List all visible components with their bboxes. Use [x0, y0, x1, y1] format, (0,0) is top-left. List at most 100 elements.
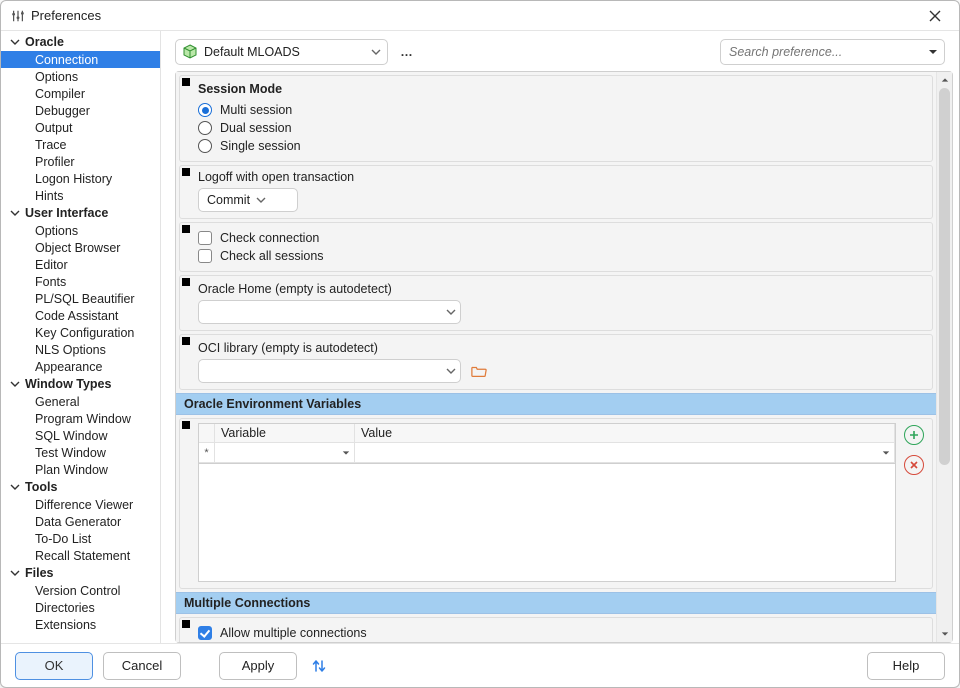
tree-item-sql-window[interactable]: SQL Window [1, 427, 160, 444]
scroll-down-icon[interactable] [937, 626, 952, 642]
pin-icon [182, 337, 190, 345]
tree-item-nls-options[interactable]: NLS Options [1, 341, 160, 358]
tree-item-version-control[interactable]: Version Control [1, 582, 160, 599]
add-row-button[interactable] [904, 425, 924, 445]
cancel-button[interactable]: Cancel [103, 652, 181, 680]
checkbox-icon [198, 249, 212, 263]
profile-select[interactable]: Default MLOADS [175, 39, 388, 65]
logoff-select[interactable]: Commit [198, 188, 298, 212]
tree-item-difference-viewer[interactable]: Difference Viewer [1, 496, 160, 513]
category-tree[interactable]: OracleConnectionOptionsCompilerDebuggerO… [1, 31, 160, 643]
radio-single-session[interactable]: Single session [198, 137, 924, 155]
multi-conn-band: Multiple Connections [176, 592, 936, 614]
tree-item-plan-window[interactable]: Plan Window [1, 461, 160, 478]
check-conn-group: Check connection Check all sessions [179, 222, 933, 272]
dropdown-caret-icon [882, 449, 890, 457]
search-preference-box[interactable] [720, 39, 945, 65]
radio-multi-session[interactable]: Multi session [198, 101, 924, 119]
tree-group-tools[interactable]: Tools [1, 478, 160, 496]
tree-group-label: User Interface [25, 206, 108, 220]
checkbox-icon [198, 626, 212, 640]
profile-more-button[interactable]: … [396, 45, 418, 59]
apply-button[interactable]: Apply [219, 652, 297, 680]
tree-item-hints[interactable]: Hints [1, 187, 160, 204]
cell-value-0[interactable] [355, 443, 895, 462]
oracle-home-select[interactable] [198, 300, 461, 324]
tree-item-output[interactable]: Output [1, 119, 160, 136]
env-vars-grid[interactable]: Variable Value * [198, 423, 896, 464]
oci-library-select[interactable] [198, 359, 461, 383]
scrollbar-thumb[interactable] [939, 88, 950, 465]
pin-icon [182, 78, 190, 86]
chevron-down-icon [446, 366, 456, 376]
preferences-icon [11, 9, 25, 23]
tree-item-connection[interactable]: Connection [1, 51, 160, 68]
tree-item-recall-statement[interactable]: Recall Statement [1, 547, 160, 564]
radio-icon [198, 121, 212, 135]
sort-button[interactable] [307, 654, 331, 678]
oci-library-group: OCI library (empty is autodetect) [179, 334, 933, 390]
tree-item-appearance[interactable]: Appearance [1, 358, 160, 375]
preferences-window: Preferences OracleConnectionOptionsCompi… [0, 0, 960, 688]
tree-item-key-configuration[interactable]: Key Configuration [1, 324, 160, 341]
browse-folder-button[interactable] [471, 364, 487, 378]
scroll-up-icon[interactable] [937, 72, 952, 88]
check-connection[interactable]: Check connection [198, 229, 924, 247]
check-all-sessions[interactable]: Check all sessions [198, 247, 924, 265]
tree-item-extensions[interactable]: Extensions [1, 616, 160, 633]
tree-item-options[interactable]: Options [1, 222, 160, 239]
tree-item-options[interactable]: Options [1, 68, 160, 85]
tree-item-fonts[interactable]: Fonts [1, 273, 160, 290]
pin-icon [182, 620, 190, 628]
help-button[interactable]: Help [867, 652, 945, 680]
tree-group-user-interface[interactable]: User Interface [1, 204, 160, 222]
footer: OK Cancel Apply Help [1, 643, 959, 687]
content-scrollbar[interactable] [936, 72, 952, 642]
row-marker: * [199, 443, 215, 462]
radio-icon [198, 139, 212, 153]
tree-item-general[interactable]: General [1, 393, 160, 410]
chevron-down-icon [256, 195, 266, 205]
tree-item-object-browser[interactable]: Object Browser [1, 239, 160, 256]
allow-multi-conn-group: Allow multiple connections [179, 617, 933, 642]
oracle-home-group: Oracle Home (empty is autodetect) [179, 275, 933, 331]
window-title: Preferences [31, 8, 101, 23]
tree-item-directories[interactable]: Directories [1, 599, 160, 616]
cube-icon [182, 44, 198, 60]
tree-item-program-window[interactable]: Program Window [1, 410, 160, 427]
search-input[interactable] [727, 44, 928, 60]
col-variable: Variable [215, 424, 355, 442]
chevron-down-icon [9, 567, 21, 579]
chevron-down-icon [446, 307, 456, 317]
radio-dual-session[interactable]: Dual session [198, 119, 924, 137]
settings-content: Session Mode Multi session Dual session … [176, 72, 936, 642]
tree-item-to-do-list[interactable]: To-Do List [1, 530, 160, 547]
col-value: Value [355, 424, 895, 442]
close-button[interactable] [921, 2, 949, 30]
tree-item-pl-sql-beautifier[interactable]: PL/SQL Beautifier [1, 290, 160, 307]
pin-icon [182, 225, 190, 233]
delete-row-button[interactable] [904, 455, 924, 475]
cell-variable-0[interactable] [215, 443, 355, 462]
tree-item-editor[interactable]: Editor [1, 256, 160, 273]
tree-item-logon-history[interactable]: Logon History [1, 170, 160, 187]
tree-group-files[interactable]: Files [1, 564, 160, 582]
env-vars-grid-group: Variable Value * [179, 418, 933, 589]
logoff-group: Logoff with open transaction Commit [179, 165, 933, 219]
check-allow-multiple[interactable]: Allow multiple connections [198, 624, 924, 642]
tree-item-trace[interactable]: Trace [1, 136, 160, 153]
ok-button[interactable]: OK [15, 652, 93, 680]
tree-item-code-assistant[interactable]: Code Assistant [1, 307, 160, 324]
tree-item-compiler[interactable]: Compiler [1, 85, 160, 102]
tree-item-profiler[interactable]: Profiler [1, 153, 160, 170]
env-vars-band: Oracle Environment Variables [176, 393, 936, 415]
tree-group-label: Tools [25, 480, 57, 494]
chevron-down-icon [9, 378, 21, 390]
tree-group-oracle[interactable]: Oracle [1, 33, 160, 51]
tree-group-label: Window Types [25, 377, 111, 391]
tree-item-data-generator[interactable]: Data Generator [1, 513, 160, 530]
tree-group-window-types[interactable]: Window Types [1, 375, 160, 393]
tree-item-test-window[interactable]: Test Window [1, 444, 160, 461]
pin-icon [182, 168, 190, 176]
tree-item-debugger[interactable]: Debugger [1, 102, 160, 119]
